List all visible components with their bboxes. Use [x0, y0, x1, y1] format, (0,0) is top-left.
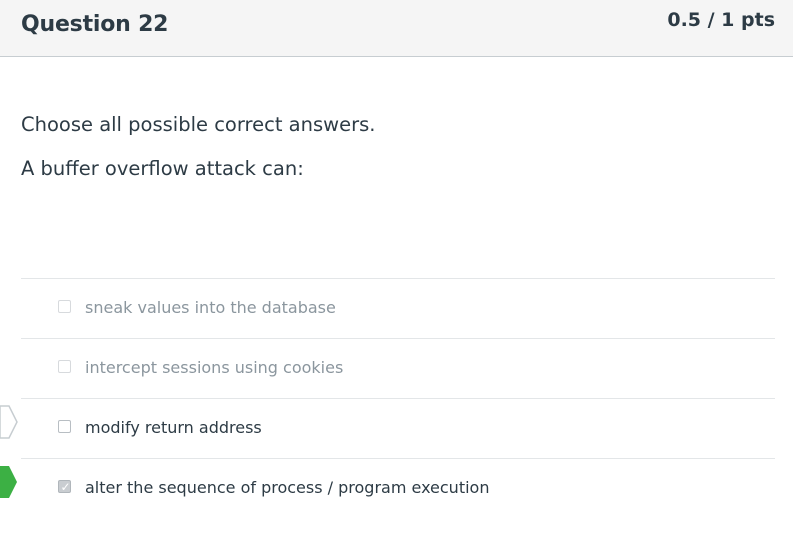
answer-option[interactable]: intercept sessions using cookies [21, 338, 775, 398]
answer-option[interactable]: sneak values into the database [21, 278, 775, 338]
answer-checkbox[interactable]: ✓ [58, 480, 71, 494]
answer-checkbox[interactable] [58, 300, 71, 313]
answer-checkbox[interactable] [58, 420, 71, 433]
answer-option[interactable]: modify return address [21, 398, 775, 458]
answer-list: sneak values into the database intercept… [21, 278, 775, 518]
outline-arrow-icon [0, 405, 18, 439]
answer-label: intercept sessions using cookies [85, 358, 344, 377]
answer-label: modify return address [85, 418, 262, 437]
question-header: Question 22 0.5 / 1 pts [0, 0, 793, 57]
question-title: Question 22 [21, 12, 169, 37]
question-instruction: Choose all possible correct answers. [21, 113, 376, 136]
answer-option[interactable]: ✓ alter the sequence of process / progra… [21, 458, 775, 518]
green-arrow-icon [0, 466, 17, 498]
answer-label: alter the sequence of process / program … [85, 478, 490, 497]
answer-checkbox[interactable] [58, 360, 71, 373]
question-text: A buffer overflow attack can: [21, 157, 304, 180]
checkmark-icon: ✓ [60, 480, 71, 494]
question-points: 0.5 / 1 pts [667, 9, 775, 31]
answer-label: sneak values into the database [85, 298, 336, 317]
